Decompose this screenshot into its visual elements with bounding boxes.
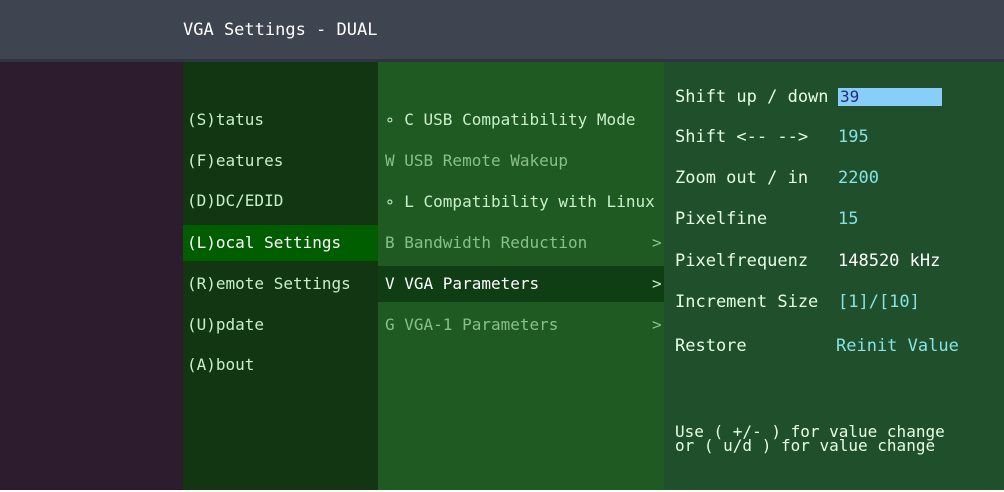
help-line-2: or ( u/d ) for value change	[675, 436, 936, 455]
submenu-usb-wakeup[interactable]: W USB Remote Wakeup	[385, 151, 568, 171]
chevron-right-icon: >	[652, 274, 662, 293]
menu-about[interactable]: (A)bout	[187, 355, 254, 375]
window-title: VGA Settings - DUAL	[183, 20, 378, 40]
menu-status[interactable]: (S)tatus	[187, 110, 264, 130]
pixelfine-value[interactable]: 15	[838, 208, 858, 230]
menu-update[interactable]: (U)pdate	[187, 315, 264, 335]
submenu-bandwidth-reduction[interactable]: B Bandwidth Reduction	[385, 233, 587, 253]
menu-local-settings-selected[interactable]: (L)ocal Settings	[183, 225, 378, 261]
submenu-vga1-parameters[interactable]: G VGA-1 Parameters	[385, 315, 558, 335]
menu-remote-settings[interactable]: (R)emote Settings	[187, 274, 351, 294]
zoom-label: Zoom out / in	[675, 168, 809, 188]
chevron-right-icon: >	[652, 315, 662, 334]
pixelfreq-value: 148520 kHz	[838, 251, 941, 271]
shift-updown-input[interactable]: 39	[838, 87, 942, 106]
pixelfreq-label: Pixelfrequenz	[675, 251, 809, 271]
increment-size-value[interactable]: [1]/[10]	[838, 291, 920, 313]
submenu-usb-compat[interactable]: ∘ C USB Compatibility Mode	[385, 110, 635, 130]
submenu-linux-compat[interactable]: ∘ L Compatibility with Linux	[385, 192, 655, 212]
shift-leftright-value[interactable]: 195	[838, 126, 869, 148]
menu-features[interactable]: (F)eatures	[187, 151, 283, 171]
vga-settings-screen: VGA Settings - DUAL (S)tatus (F)eatures …	[0, 0, 1004, 492]
title-bar: VGA Settings - DUAL	[0, 0, 1004, 62]
menu-local-settings[interactable]: (L)ocal Settings	[187, 233, 341, 253]
shift-updown-value: 39	[840, 87, 860, 106]
chevron-right-icon: >	[652, 233, 662, 252]
pixelfine-label: Pixelfine	[675, 209, 768, 229]
increment-size-label: Increment Size	[675, 292, 819, 312]
restore-label: Restore	[675, 336, 747, 356]
left-margin	[0, 62, 183, 492]
restore-value[interactable]: Reinit Value	[836, 335, 959, 357]
zoom-value[interactable]: 2200	[838, 167, 879, 189]
shift-updown-label: Shift up / down	[675, 87, 829, 107]
shift-leftright-label: Shift <-- -->	[675, 127, 809, 147]
submenu-vga-parameters[interactable]: V VGA Parameters	[385, 274, 539, 294]
menu-ddc-edid[interactable]: (D)DC/EDID	[187, 191, 283, 211]
